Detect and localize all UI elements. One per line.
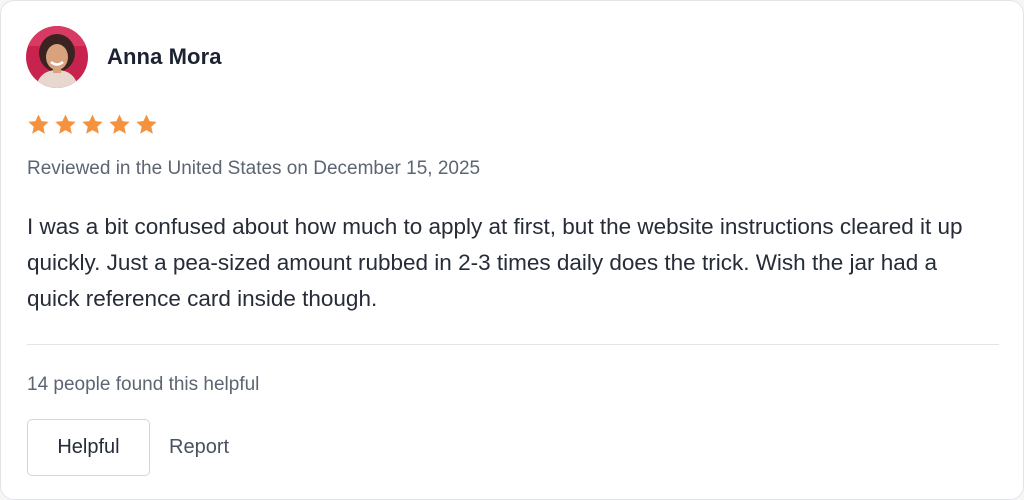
star-icon [109, 114, 130, 134]
review-actions: Helpful Report [27, 419, 229, 476]
star-icon [28, 114, 49, 134]
review-text: I was a bit confused about how much to a… [27, 214, 963, 311]
star-rating [27, 113, 158, 136]
star-icon [136, 114, 157, 134]
avatar [26, 26, 88, 88]
helpful-count: 14 people found this helpful [27, 374, 260, 395]
helpful-button[interactable]: Helpful [27, 419, 150, 476]
star-icon [55, 114, 76, 134]
star-icon [82, 114, 103, 134]
reviewer-name: Anna Mora [107, 44, 222, 69]
review-meta: Reviewed in the United States on Decembe… [27, 158, 481, 179]
reviewer-header: Anna Mora [26, 26, 222, 88]
review-card: Anna Mora Reviewed in the United States … [0, 0, 1024, 500]
divider [27, 344, 999, 345]
report-button[interactable]: Report [169, 436, 229, 459]
reviewer-photo-icon [26, 26, 88, 88]
